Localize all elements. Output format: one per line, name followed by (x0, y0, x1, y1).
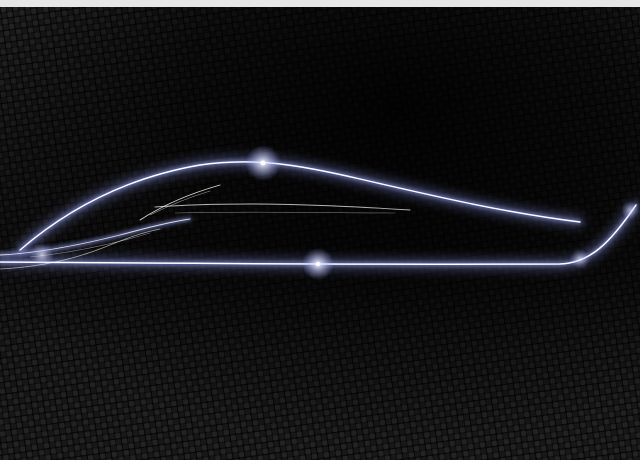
wallpaper-image (0, 7, 640, 460)
wallpaper-svg (0, 7, 640, 460)
bottom-shade (0, 7, 640, 460)
screenshot-page (0, 0, 640, 460)
top-bar (0, 0, 640, 7)
